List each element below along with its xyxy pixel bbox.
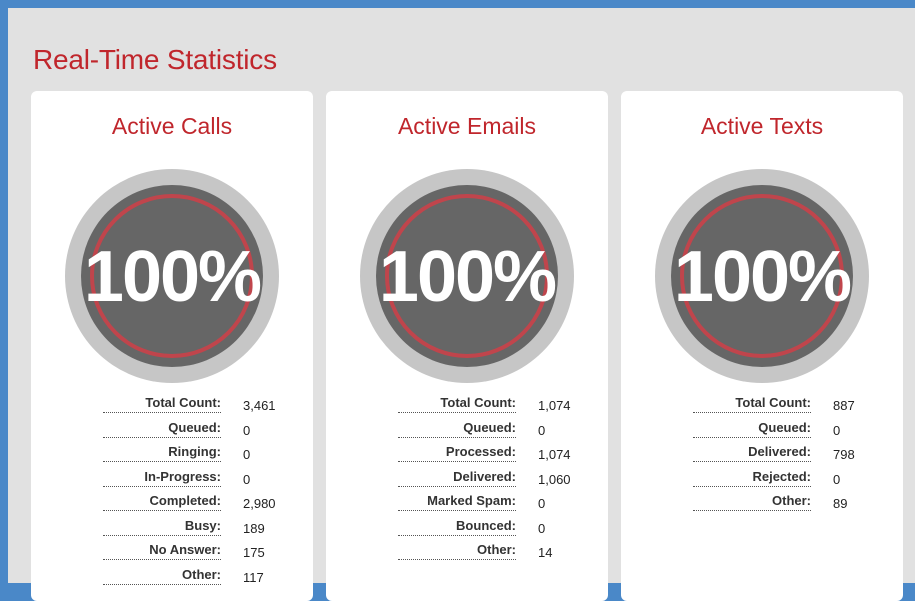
stat-value: 89 bbox=[833, 496, 848, 511]
stat-value: 0 bbox=[243, 471, 251, 487]
gauge-percent: 100% bbox=[378, 237, 557, 317]
stat-label: Marked Spam: bbox=[398, 493, 516, 511]
stat-label: Rejected: bbox=[693, 469, 811, 487]
stat-row: Queued: 0 bbox=[103, 420, 293, 445]
stat-value: 798 bbox=[833, 447, 855, 462]
stat-label: Bounced: bbox=[398, 518, 516, 536]
stat-label: Processed: bbox=[398, 444, 516, 462]
stat-row: Other: 89 bbox=[693, 493, 883, 518]
stat-label: Completed: bbox=[103, 493, 221, 511]
stat-row: Other: 117 bbox=[103, 567, 293, 592]
stat-label: Queued: bbox=[693, 420, 811, 438]
stat-row: Marked Spam: 0 bbox=[398, 493, 588, 518]
stat-label: Ringing: bbox=[103, 444, 221, 462]
stat-row: No Answer: 175 bbox=[103, 542, 293, 567]
stat-row: Queued: 0 bbox=[693, 420, 883, 445]
stat-label: Total Count: bbox=[693, 395, 811, 413]
stat-value: 117 bbox=[243, 569, 264, 585]
stat-row: Other: 14 bbox=[398, 542, 588, 567]
stat-value: 0 bbox=[538, 496, 546, 511]
stat-label: Total Count: bbox=[398, 395, 516, 413]
gauge: 100% bbox=[65, 169, 279, 383]
stat-label: Other: bbox=[103, 567, 221, 585]
stat-row: Total Count: 887 bbox=[693, 395, 883, 420]
stat-value: 1,060 bbox=[538, 471, 571, 487]
card-active-emails: Active Emails 100% Total Count: 1,074 Que… bbox=[326, 91, 608, 601]
card-active-calls: Active Calls 100% Total Count: 3,461 Queu… bbox=[31, 91, 313, 601]
stat-label: Total Count: bbox=[103, 395, 221, 413]
stat-row: Queued: 0 bbox=[398, 420, 588, 445]
page-title: Real-Time Statistics bbox=[33, 44, 277, 75]
stat-value: 1,074 bbox=[538, 447, 571, 462]
stat-row: Total Count: 3,461 bbox=[103, 395, 293, 420]
card-active-texts: Active Texts 100% Total Count: 887 Queued… bbox=[621, 91, 903, 601]
stat-value: 1,074 bbox=[538, 398, 571, 413]
stat-row: Rejected: 0 bbox=[693, 469, 883, 494]
stat-value: 887 bbox=[833, 398, 855, 413]
stat-row: In-Progress: 0 bbox=[103, 469, 293, 494]
stat-value: 0 bbox=[833, 422, 841, 438]
stat-row: Ringing: 0 bbox=[103, 444, 293, 469]
stat-label: Other: bbox=[398, 542, 516, 560]
stat-value: 0 bbox=[538, 520, 546, 536]
gauge-percent: 100% bbox=[83, 237, 262, 317]
stat-value: 2,980 bbox=[243, 496, 276, 511]
stat-row: Busy: 189 bbox=[103, 518, 293, 543]
stat-value: 189 bbox=[243, 520, 265, 536]
stat-row: Processed: 1,074 bbox=[398, 444, 588, 469]
stats-list: Total Count: 3,461 Queued: 0 Ringing: 0 In-… bbox=[103, 395, 293, 591]
stat-label: Queued: bbox=[398, 420, 516, 438]
stat-label: Queued: bbox=[103, 420, 221, 438]
stat-row: Completed: 2,980 bbox=[103, 493, 293, 518]
stat-label: Delivered: bbox=[398, 469, 516, 487]
stat-row: Delivered: 798 bbox=[693, 444, 883, 469]
stat-value: 0 bbox=[833, 471, 841, 487]
stat-label: In-Progress: bbox=[103, 469, 221, 487]
stat-value: 3,461 bbox=[243, 398, 276, 413]
card-title: Active Texts bbox=[700, 113, 824, 139]
stat-row: Delivered: 1,060 bbox=[398, 469, 588, 494]
stat-row: Bounced: 0 bbox=[398, 518, 588, 543]
stat-value: 0 bbox=[243, 422, 251, 438]
gauge-percent: 100% bbox=[673, 237, 852, 317]
gauge: 100% bbox=[360, 169, 574, 383]
stat-label: Other: bbox=[693, 493, 811, 511]
stat-label: Busy: bbox=[103, 518, 221, 536]
gauge: 100% bbox=[655, 169, 869, 383]
statistics-panel: Real-Time Statistics Active Calls 100% T… bbox=[3, 3, 915, 601]
stat-label: No Answer: bbox=[103, 542, 221, 560]
stat-value: 0 bbox=[243, 447, 251, 462]
stats-list: Total Count: 1,074 Queued: 0 Processed: 1,0… bbox=[398, 395, 588, 567]
card-title: Active Emails bbox=[397, 113, 537, 139]
stat-value: 175 bbox=[243, 545, 265, 560]
stat-row: Total Count: 1,074 bbox=[398, 395, 588, 420]
stat-value: 14 bbox=[538, 545, 553, 560]
card-title: Active Calls bbox=[111, 113, 233, 139]
stat-value: 0 bbox=[538, 422, 546, 438]
stats-list: Total Count: 887 Queued: 0 Delivered: 798 R… bbox=[693, 395, 883, 518]
stat-label: Delivered: bbox=[693, 444, 811, 462]
